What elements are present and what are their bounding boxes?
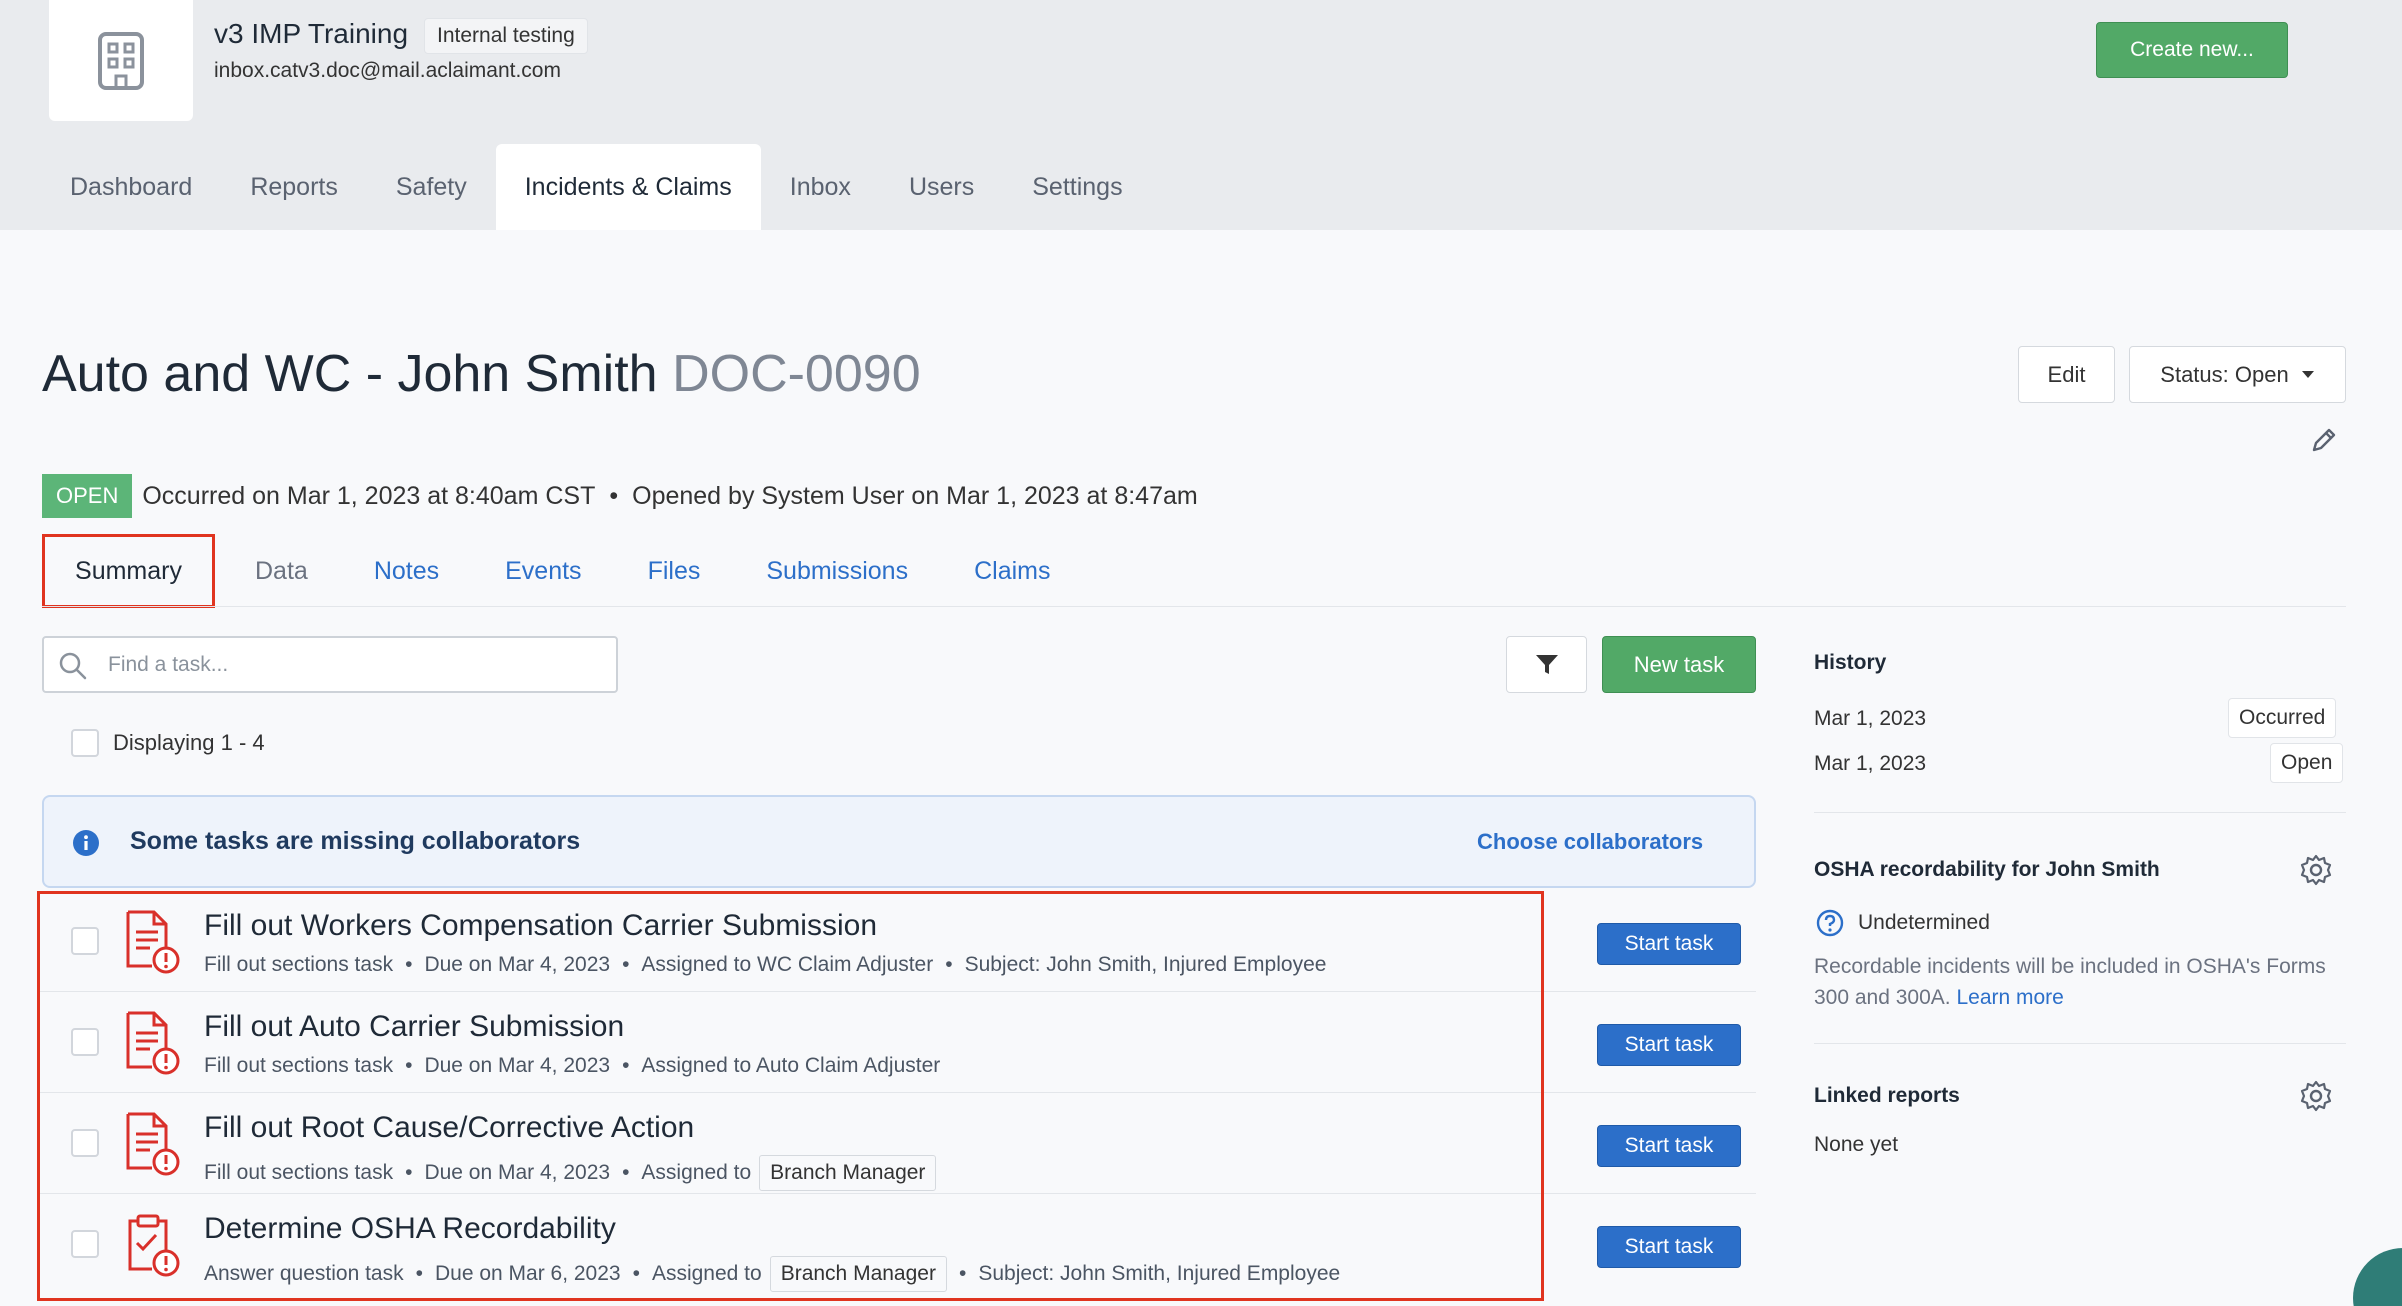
tab-claims[interactable]: Claims xyxy=(974,557,1050,586)
tab-data[interactable]: Data xyxy=(255,557,308,586)
tab-notes[interactable]: Notes xyxy=(374,557,439,586)
task-search-input[interactable] xyxy=(108,638,608,691)
org-logo[interactable] xyxy=(49,0,193,121)
sidebar-divider xyxy=(1814,812,2346,813)
status-dropdown[interactable]: Status: Open xyxy=(2129,346,2346,403)
tab-submissions[interactable]: Submissions xyxy=(766,557,908,586)
nav-dashboard[interactable]: Dashboard xyxy=(41,144,221,230)
edit-button[interactable]: Edit xyxy=(2018,346,2115,403)
caret-down-icon xyxy=(2301,370,2314,378)
status-label: Status: Open xyxy=(2160,361,2289,387)
nav-inbox[interactable]: Inbox xyxy=(761,144,880,230)
org-name: v3 IMP Training xyxy=(214,18,409,49)
task-search[interactable] xyxy=(42,636,618,693)
tabs-divider xyxy=(42,606,2346,607)
tab-events[interactable]: Events xyxy=(505,557,581,586)
info-icon xyxy=(73,830,99,856)
filter-icon xyxy=(1535,654,1558,674)
page-title: Auto and WC - John Smith DOC-0090 xyxy=(42,344,921,404)
select-all-checkbox[interactable] xyxy=(71,729,99,757)
create-new-button[interactable]: Create new... xyxy=(2096,22,2288,78)
osha-status-text: Undetermined xyxy=(1858,911,1990,934)
banner-text: Some tasks are missing collaborators xyxy=(130,827,581,855)
main-nav: Dashboard Reports Safety Incidents & Cla… xyxy=(41,144,1152,230)
tab-summary[interactable]: Summary xyxy=(42,534,215,608)
start-task-button[interactable]: Start task xyxy=(1597,923,1741,965)
history-date: Mar 1, 2023 xyxy=(1814,707,1927,730)
question-circle-icon xyxy=(1816,909,1844,937)
filter-button[interactable] xyxy=(1506,636,1587,693)
start-task-button[interactable]: Start task xyxy=(1597,1024,1741,1066)
nav-users[interactable]: Users xyxy=(880,144,1003,230)
linked-reports-title: Linked reports xyxy=(1814,1084,1960,1107)
help-chat-bubble[interactable] xyxy=(2353,1248,2402,1306)
osha-title: OSHA recordability for John Smith xyxy=(1814,858,2160,881)
top-bar: v3 IMP Training Internal testing inbox.c… xyxy=(0,0,2402,230)
history-event-badge: Open xyxy=(2270,743,2344,783)
linked-reports-empty: None yet xyxy=(1814,1133,1899,1156)
osha-description: Recordable incidents will be included in… xyxy=(1814,951,2334,1013)
start-task-button[interactable]: Start task xyxy=(1597,1226,1741,1268)
incident-title: Auto and WC - John Smith xyxy=(42,345,658,403)
nav-settings[interactable]: Settings xyxy=(1003,144,1151,230)
osha-status: Undetermined xyxy=(1816,909,1990,937)
pencil-icon[interactable] xyxy=(2310,426,2338,454)
gear-icon[interactable] xyxy=(2300,854,2332,886)
missing-collaborators-banner: Some tasks are missing collaborators Cho… xyxy=(42,795,1756,888)
occurred-text: Occurred on Mar 1, 2023 at 8:40am CST xyxy=(142,481,596,510)
status-badge: OPEN xyxy=(42,474,133,518)
start-task-button[interactable]: Start task xyxy=(1597,1125,1741,1167)
incident-doc-id: DOC-0090 xyxy=(672,345,921,403)
tasks-highlight-frame xyxy=(37,891,1544,1301)
incident-meta: OPEN Occurred on Mar 1, 2023 at 8:40am C… xyxy=(42,474,1198,518)
new-task-button[interactable]: New task xyxy=(1602,636,1756,693)
tab-files[interactable]: Files xyxy=(648,557,701,586)
select-all-row: Displaying 1 - 4 xyxy=(71,729,265,757)
nav-safety[interactable]: Safety xyxy=(367,144,496,230)
incident-tabs: Summary Data Notes Events Files Submissi… xyxy=(42,534,1117,608)
history-title: History xyxy=(1814,651,1887,674)
learn-more-link[interactable]: Learn more xyxy=(1956,986,2063,1009)
nav-reports[interactable]: Reports xyxy=(221,144,367,230)
opened-text: Opened by System User on Mar 1, 2023 at … xyxy=(632,481,1198,510)
nav-incidents-claims[interactable]: Incidents & Claims xyxy=(495,144,761,230)
sidebar-divider xyxy=(1814,1043,2346,1044)
displaying-count: Displaying 1 - 4 xyxy=(113,730,265,755)
org-badge: Internal testing xyxy=(424,18,588,54)
meta-separator: • xyxy=(609,481,619,510)
history-date: Mar 1, 2023 xyxy=(1814,752,1927,775)
search-icon xyxy=(59,652,87,680)
org-email: inbox.catv3.doc@mail.aclaimant.com xyxy=(214,59,561,82)
history-event-badge: Occurred xyxy=(2228,698,2337,738)
osha-description-text: Recordable incidents will be included in… xyxy=(1814,955,2326,1009)
choose-collaborators-link[interactable]: Choose collaborators xyxy=(1477,829,1703,855)
building-icon xyxy=(98,31,144,90)
gear-icon[interactable] xyxy=(2300,1080,2332,1112)
